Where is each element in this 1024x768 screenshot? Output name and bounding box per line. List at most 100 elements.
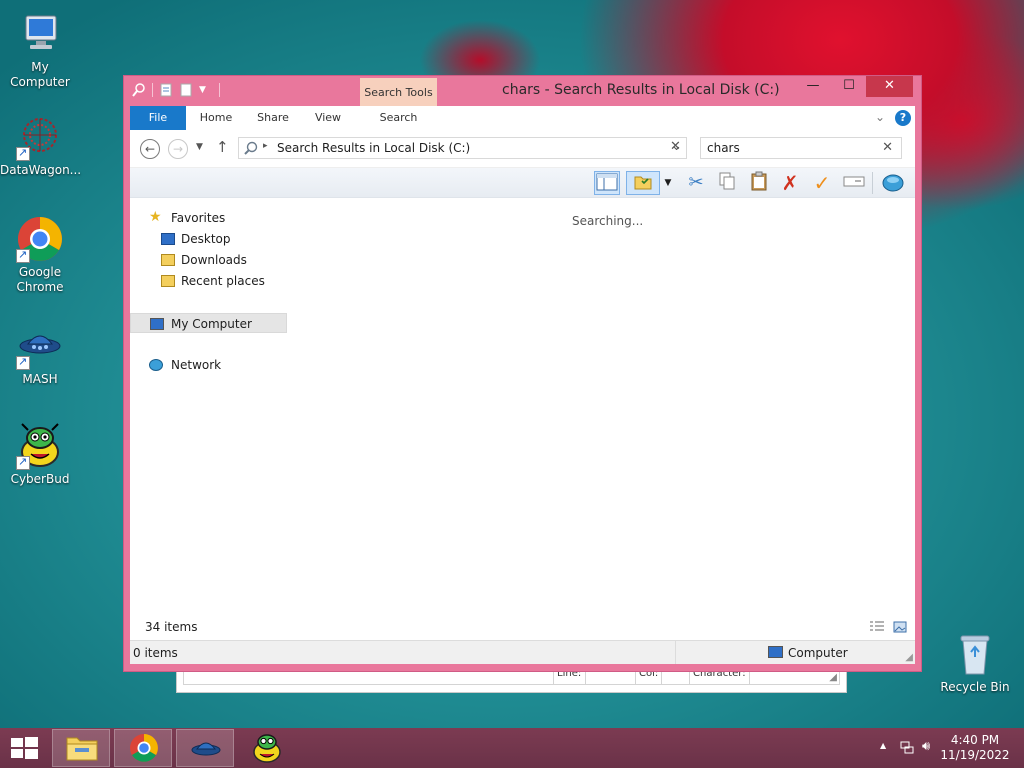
file-explorer-icon [66, 737, 98, 761]
network-tray-icon[interactable] [900, 740, 914, 757]
copy-button[interactable] [714, 171, 740, 195]
expand-ribbon-icon[interactable]: ⌄ [875, 110, 885, 124]
taskbar-mash[interactable] [176, 729, 234, 767]
chrome-icon [16, 215, 64, 263]
tab-share[interactable]: Share [250, 106, 296, 130]
tab-file[interactable]: File [130, 106, 186, 130]
tab-home[interactable]: Home [192, 106, 240, 130]
desktop-icon-cyberbud[interactable]: CyberBud [0, 422, 80, 487]
search-icon [243, 140, 259, 159]
scissors-icon: ✂ [688, 172, 704, 193]
preview-pane-button[interactable] [594, 171, 620, 195]
explorer-window[interactable]: ▼ Search Tools chars - Search Results in… [123, 75, 922, 672]
nav-item-recent-places[interactable]: Recent places [130, 271, 287, 291]
cut-button[interactable]: ✂ [683, 171, 709, 195]
desktop-icon-mash[interactable]: MASH [0, 322, 80, 387]
show-hidden-icons-icon[interactable]: ▲ [880, 741, 886, 750]
computer-icon [768, 646, 783, 658]
nav-item-desktop[interactable]: Desktop [130, 229, 287, 249]
search-input[interactable] [707, 141, 867, 155]
desktop-icon-google-chrome[interactable]: Google Chrome [0, 215, 80, 295]
selected-count: 0 items [133, 646, 178, 660]
maximize-button[interactable]: ☐ [835, 76, 863, 97]
item-count-bar: 34 items [130, 616, 915, 640]
desktop-icon-label: CyberBud [10, 472, 70, 486]
taskbar-file-explorer[interactable] [52, 729, 110, 767]
properties-button[interactable] [880, 171, 906, 195]
desktop-icon-label: MASH [22, 372, 58, 386]
properties-icon[interactable] [159, 82, 173, 98]
clock-time: 4:40 PM [950, 733, 1000, 747]
location-label: Computer [788, 646, 848, 660]
forward-button[interactable]: → [168, 139, 188, 159]
nav-label-recent-places: Recent places [181, 274, 265, 288]
status-bar: 0 items Computer ◢ [130, 640, 915, 664]
navigation-bar: ← → ▼ ↑ ▸ Search Results in Local Disk (… [130, 130, 915, 168]
nav-label-downloads: Downloads [181, 253, 247, 267]
nav-label-desktop: Desktop [181, 232, 231, 246]
desktop-icon [161, 233, 175, 245]
resize-grip-icon[interactable]: ◢ [905, 652, 913, 663]
nav-item-my-computer[interactable]: My Computer [130, 313, 287, 333]
breadcrumb-chevron-icon[interactable]: ▸ [263, 141, 268, 151]
rename-button[interactable] [841, 171, 867, 195]
maximize-icon: ☐ [843, 78, 855, 93]
shortcut-arrow-icon [16, 454, 30, 470]
nav-item-favorites[interactable]: ★ Favorites [130, 208, 287, 228]
mash-icon [16, 322, 64, 370]
minimize-button[interactable]: — [799, 76, 827, 97]
address-text: Search Results in Local Disk (C:) [277, 141, 471, 155]
divider [219, 83, 220, 97]
apply-button[interactable]: ✓ [809, 171, 835, 195]
computer-icon [150, 318, 164, 330]
paste-button[interactable] [746, 171, 772, 195]
start-icon [11, 737, 38, 759]
taskbar-cyberbud[interactable] [238, 729, 296, 767]
search-magnifier-icon[interactable] [132, 82, 146, 98]
nav-item-downloads[interactable]: Downloads [130, 250, 287, 270]
tab-view[interactable]: View [306, 106, 350, 130]
divider [152, 83, 153, 97]
layout-dropdown-button[interactable]: ▼ [660, 171, 676, 195]
search-clear-icon[interactable]: ✕ [882, 140, 893, 155]
start-button[interactable] [0, 729, 48, 767]
back-button[interactable]: ← [140, 139, 160, 159]
help-icon[interactable]: ? [895, 110, 911, 126]
desktop-icon-label: Recycle Bin [940, 680, 1010, 694]
recent-locations-chevron-icon[interactable]: ▼ [196, 142, 203, 152]
tab-search[interactable]: Search [360, 106, 437, 130]
resize-grip-icon: ◢ [829, 672, 837, 683]
address-bar[interactable]: ▸ Search Results in Local Disk (C:) ⌄ [238, 137, 687, 159]
up-arrow-icon[interactable]: ↑ [216, 138, 229, 156]
nav-label-favorites: Favorites [171, 211, 226, 225]
clear-search-icon[interactable]: ✕ [670, 139, 681, 154]
desktop-icon-recycle-bin[interactable]: Recycle Bin [935, 630, 1015, 695]
system-tray: ▲ 🔊︎ 4:40 PM 11/19/2022 [864, 728, 1024, 768]
desktop-icon-my-computer[interactable]: My Computer [0, 10, 80, 90]
cyberbud-icon [16, 422, 64, 470]
layout-button[interactable] [626, 171, 660, 195]
volume-icon[interactable]: 🔊︎ [922, 739, 930, 754]
large-icons-view-icon[interactable] [893, 620, 907, 637]
shortcut-arrow-icon [16, 354, 30, 370]
back-arrow-icon: ← [144, 142, 156, 156]
quick-access-toolbar: ▼ [132, 82, 220, 98]
results-pane[interactable] [290, 198, 915, 616]
close-button[interactable]: ✕ [866, 76, 913, 97]
desktop-icon-datawagon[interactable]: DataWagon... [0, 113, 82, 178]
taskbar-chrome[interactable] [114, 729, 172, 767]
details-view-icon[interactable] [869, 620, 885, 637]
search-box[interactable]: ✕ [700, 137, 902, 159]
title-bar[interactable]: ▼ Search Tools chars - Search Results in… [124, 76, 921, 131]
desktop-icon-label: My Computer [10, 60, 70, 89]
chevron-down-icon[interactable]: ▼ [199, 82, 213, 98]
clock[interactable]: 4:40 PM 11/19/2022 [940, 733, 1010, 763]
checkmark-icon: ✓ [813, 171, 831, 195]
new-folder-icon[interactable] [179, 82, 193, 98]
globe-icon [882, 174, 904, 192]
nav-item-network[interactable]: Network [130, 355, 287, 375]
desktop-icon-label: DataWagon... [0, 163, 82, 177]
delete-button[interactable]: ✗ [777, 171, 803, 195]
cyberbud-icon [253, 734, 281, 763]
forward-arrow-icon: → [172, 142, 184, 156]
